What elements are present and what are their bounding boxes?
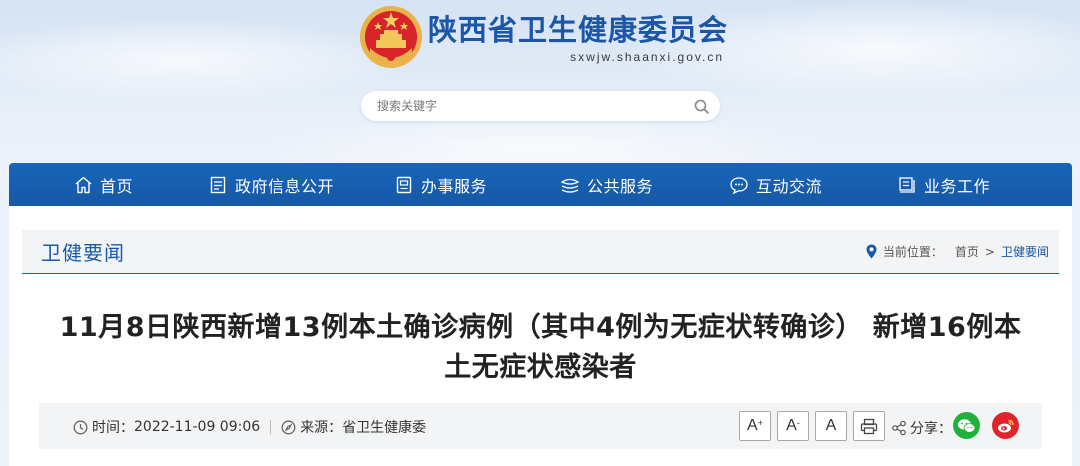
site-domain: sxwjw.shaanxi.gov.cn [570, 50, 725, 64]
breadcrumb-separator: > [984, 244, 995, 259]
meta-divider [270, 420, 272, 434]
nav-item-gov-info[interactable]: 政府信息公开 [208, 163, 334, 206]
share-area: 分享： [891, 418, 952, 438]
time-value: 2022-11-09 09:06 [134, 419, 261, 435]
nav-item-business[interactable]: 业务工作 [897, 163, 990, 206]
weibo-icon [997, 419, 1014, 432]
breadcrumb-current[interactable]: 卫健要闻 [1001, 243, 1049, 260]
nav-item-services[interactable]: 办事服务 [394, 163, 487, 206]
document-list-icon [208, 175, 228, 195]
time-label: 时间： [92, 420, 134, 436]
nav-label: 政府信息公开 [235, 176, 335, 196]
search-icon[interactable] [692, 97, 710, 115]
article-meta-bar: 时间： 2022-11-09 09:06 来源： 省卫生健康委 A+ A- A [39, 403, 1042, 449]
file-icon [394, 175, 414, 195]
nav-label: 办事服务 [421, 176, 488, 196]
source-label: 来源： [300, 420, 343, 436]
font-increase-button[interactable]: A + [739, 411, 771, 441]
nav-label: 首页 [100, 176, 134, 196]
location-label: 当前位置： [882, 245, 943, 259]
national-emblem-icon [358, 4, 424, 72]
nav-item-public-services[interactable]: 公共服务 [560, 163, 653, 206]
breadcrumb: 当前位置： 首页 > 卫健要闻 [866, 243, 1049, 260]
share-label: 分享： [910, 421, 952, 437]
publish-time: 时间： 2022-11-09 09:06 [73, 417, 260, 437]
content-panel: 卫健要闻 当前位置： 首页 > 卫健要闻 11月8日陕西新增13例本土确诊病例（… [9, 206, 1072, 466]
nav-label: 互动交流 [756, 176, 823, 196]
home-icon [73, 175, 93, 195]
chat-icon [729, 175, 749, 195]
clock-icon [73, 420, 88, 435]
site-brand[interactable]: 陕西省卫生健康委员会 sxwjw.shaanxi.gov.cn [358, 2, 728, 74]
nav-label: 业务工作 [924, 176, 991, 196]
print-icon [860, 418, 878, 434]
archive-icon [897, 175, 917, 195]
nav-item-interaction[interactable]: 互动交流 [729, 163, 822, 206]
share-icon [891, 420, 907, 436]
search-box [361, 91, 720, 121]
font-default-button[interactable]: A [815, 411, 847, 441]
article-source: 来源： 省卫生健康委 [281, 417, 426, 437]
site-name: 陕西省卫生健康委员会 [428, 13, 729, 47]
search-input[interactable] [377, 99, 677, 113]
wechat-icon [958, 418, 976, 433]
article-title: 11月8日陕西新增13例本土确诊病例（其中4例为无症状转确诊） 新增16例本土无… [59, 312, 1022, 383]
print-button[interactable] [853, 411, 885, 441]
location-pin-icon [866, 244, 878, 260]
layers-icon [560, 175, 580, 195]
breadcrumb-home[interactable]: 首页 [955, 243, 979, 260]
wechat-share-button[interactable] [953, 412, 980, 439]
font-decrease-button[interactable]: A- [777, 411, 809, 441]
section-title: 卫健要闻 [41, 241, 125, 265]
source-value: 省卫生健康委 [342, 420, 427, 436]
nav-item-home[interactable]: 首页 [73, 163, 133, 206]
section-header: 卫健要闻 当前位置： 首页 > 卫健要闻 [22, 230, 1059, 274]
compass-icon [281, 420, 296, 435]
main-nav: 首页 政府信息公开 办事服务 公共服务 互动交流 业务工作 [9, 163, 1072, 206]
nav-label: 公共服务 [587, 176, 654, 196]
weibo-share-button[interactable] [992, 412, 1019, 439]
